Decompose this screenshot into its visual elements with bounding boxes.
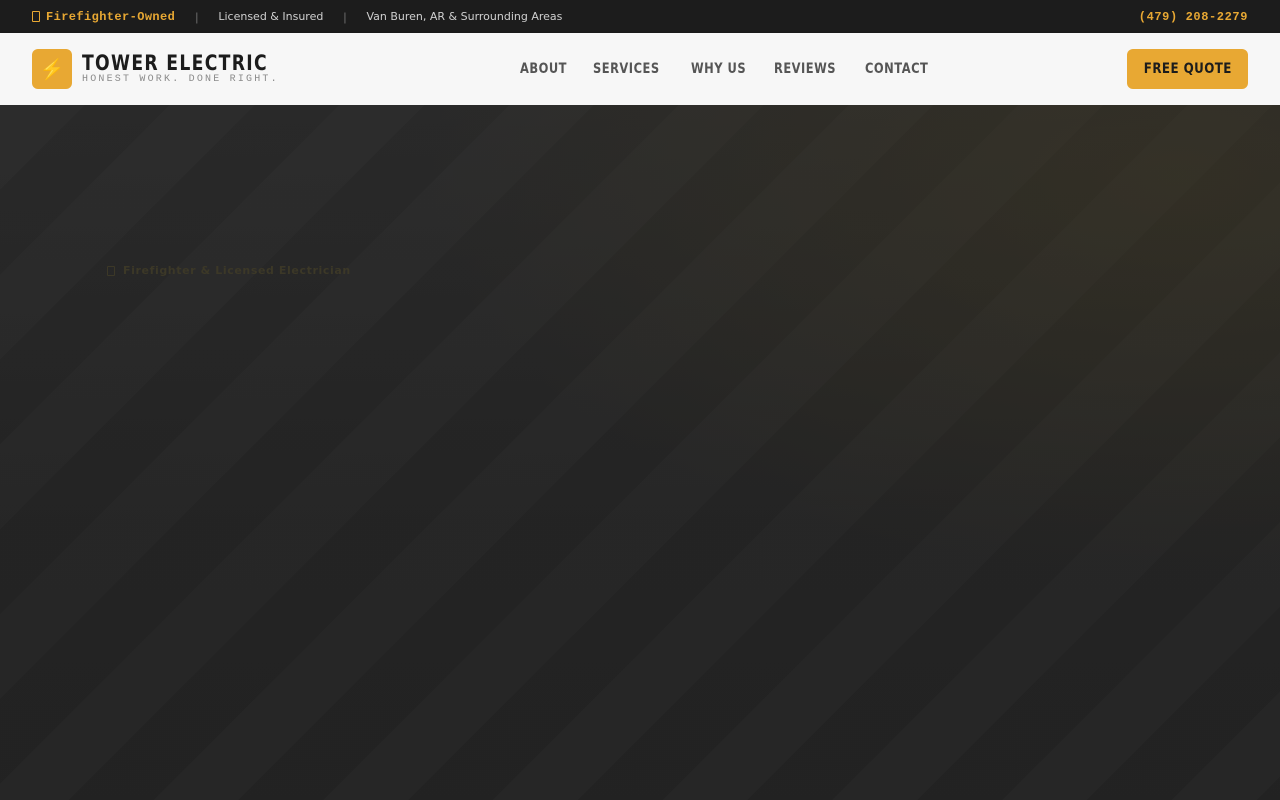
separator: | — [343, 9, 347, 24]
separator: | — [195, 9, 199, 24]
nav-contact[interactable]: CONTACT — [865, 61, 928, 77]
service-area-label: Van Buren, AR & Surrounding Areas — [366, 10, 563, 23]
firefighter-owned-badge: Firefighter-Owned — [32, 10, 175, 24]
free-quote-label: FREE QUOTE — [1143, 61, 1232, 77]
logo-text: TOWER ELECTRIC HONEST WORK. DONE RIGHT. — [82, 52, 309, 86]
hero-eyebrow-label: Firefighter & Licensed Electrician — [123, 264, 351, 277]
brand-name: TOWER ELECTRIC — [82, 51, 268, 75]
top-info-bar: Firefighter-Owned | Licensed & Insured |… — [0, 0, 1280, 33]
free-quote-button[interactable]: FREE QUOTE — [1127, 49, 1248, 89]
nav-services[interactable]: SERVICES — [593, 61, 660, 77]
nav-reviews[interactable]: REVIEWS — [774, 61, 836, 77]
firefighter-owned-label: Firefighter-Owned — [46, 9, 176, 24]
nav-why-us[interactable]: WHY US — [691, 61, 746, 77]
lightning-bolt-icon: ⚡ — [32, 49, 72, 89]
hero-eyebrow: Firefighter & Licensed Electrician — [107, 264, 351, 277]
nav-about[interactable]: ABOUT — [520, 61, 567, 77]
logo-link[interactable]: ⚡ TOWER ELECTRIC HONEST WORK. DONE RIGHT… — [32, 49, 309, 89]
badge-icon — [32, 11, 40, 22]
brand-tagline: HONEST WORK. DONE RIGHT. — [82, 74, 279, 85]
badge-icon — [107, 265, 115, 276]
licensed-insured-label: Licensed & Insured — [218, 10, 324, 23]
hero-section: Firefighter & Licensed Electrician — [0, 105, 1280, 800]
main-nav: ABOUT SERVICES WHY US REVIEWS CONTACT — [520, 33, 935, 105]
site-header: ⚡ TOWER ELECTRIC HONEST WORK. DONE RIGHT… — [0, 33, 1280, 105]
phone-link[interactable]: (479) 208-2279 — [1139, 10, 1248, 24]
top-info-left: Firefighter-Owned | Licensed & Insured |… — [32, 0, 562, 33]
